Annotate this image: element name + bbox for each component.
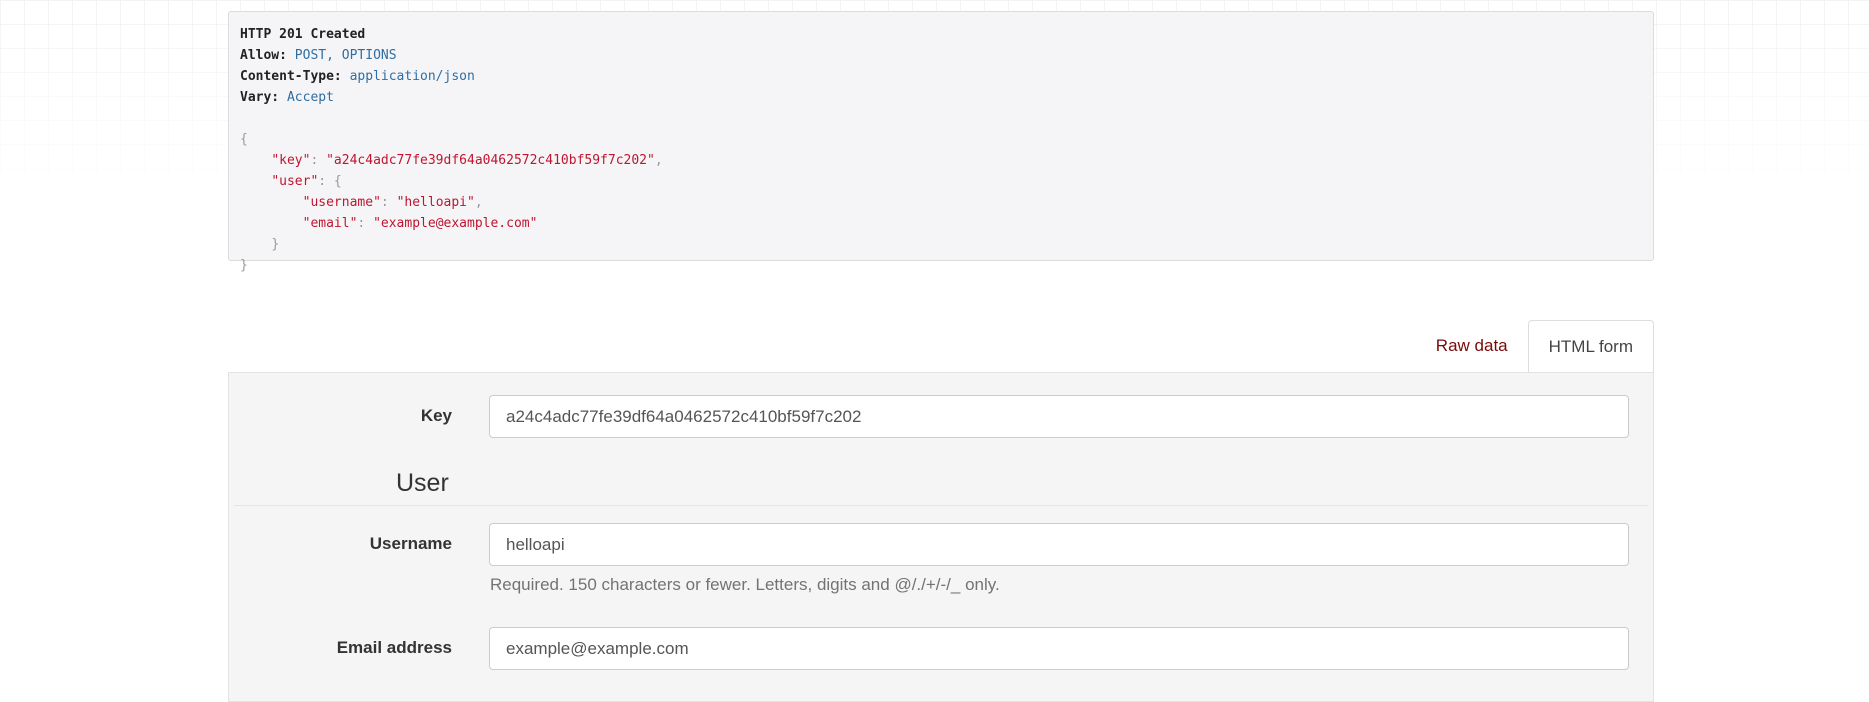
json-key-name: "key" — [271, 153, 311, 168]
header-value-content-type: application/json — [349, 69, 475, 84]
header-name-content-type: Content-Type: — [240, 69, 342, 84]
status-line: HTTP 201 Created — [240, 27, 366, 42]
json-email-name: "email" — [302, 216, 358, 231]
response-info: HTTP 201 Created Allow: POST, OPTIONS Co… — [228, 11, 1654, 273]
header-name-allow: Allow: — [240, 48, 287, 63]
header-value-allow: POST, OPTIONS — [294, 48, 397, 63]
json-username-name: "username" — [302, 195, 381, 210]
json-key-value: "a24c4adc77fe39df64a0462572c410bf59f7c20… — [326, 153, 655, 168]
email-input[interactable]: example@example.com — [489, 627, 1629, 670]
username-input[interactable]: helloapi — [489, 523, 1629, 566]
html-form-panel: Key a24c4adc77fe39df64a0462572c410bf59f7… — [228, 372, 1654, 702]
content-container: HTTP 201 Created Allow: POST, OPTIONS Co… — [228, 0, 1654, 702]
json-username-value: "helloapi" — [396, 195, 475, 210]
form-tabs: Raw data HTML form — [1416, 319, 1654, 373]
email-label: Email address — [336, 638, 452, 657]
header-name-vary: Vary: — [240, 90, 280, 105]
header-value-vary: Accept — [286, 90, 334, 105]
json-body: { "key": "a24c4adc77fe39df64a0462572c410… — [240, 132, 663, 273]
json-user-name: "user" — [271, 174, 319, 189]
section-divider — [234, 505, 1648, 506]
tab-raw-data[interactable]: Raw data — [1416, 319, 1528, 372]
key-label: Key — [420, 406, 452, 425]
username-label: Username — [369, 534, 452, 553]
json-email-value: "example@example.com" — [373, 216, 538, 231]
user-section-title: User — [396, 469, 449, 497]
username-help-text: Required. 150 characters or fewer. Lette… — [490, 575, 1000, 594]
tab-html-form[interactable]: HTML form — [1527, 320, 1654, 373]
key-input[interactable]: a24c4adc77fe39df64a0462572c410bf59f7c202 — [489, 395, 1629, 438]
